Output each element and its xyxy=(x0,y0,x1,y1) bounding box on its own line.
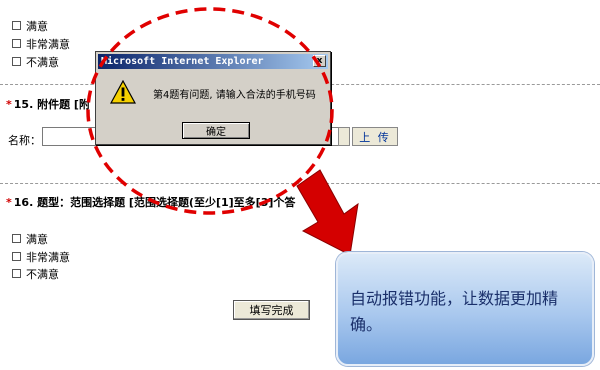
option-label: 不满意 xyxy=(26,267,59,281)
checkbox[interactable] xyxy=(12,269,21,278)
callout-box: 自动报错功能，让数据更加精确。 xyxy=(336,252,594,366)
option-label: 满意 xyxy=(26,232,48,246)
checkbox[interactable] xyxy=(12,234,21,243)
alert-message: 第4题有问题, 请输入合法的手机号码 xyxy=(153,90,316,101)
q16-option-1[interactable]: 满意 xyxy=(12,232,48,246)
q16-title: * 16. 题型：范围选择题 [范围选择题(至少[1]至多[3]个答 xyxy=(6,194,295,210)
required-star: * xyxy=(6,196,12,209)
ok-button[interactable]: 确定 xyxy=(182,122,250,139)
q15-title: * 15. 附件题 [附 xyxy=(6,96,90,112)
warning-icon xyxy=(110,80,136,104)
upload-button[interactable]: 上 传 xyxy=(352,127,398,146)
q15-title-text: 15. 附件题 [附 xyxy=(13,98,90,111)
dialog-title: Microsoft Internet Explorer xyxy=(101,56,264,67)
divider xyxy=(0,183,600,184)
q16-option-3[interactable]: 不满意 xyxy=(12,267,59,281)
q16-title-text: 16. 题型：范围选择题 [范围选择题(至少[1]至多[3]个答 xyxy=(13,196,296,209)
required-star: * xyxy=(6,98,12,111)
option-label: 不满意 xyxy=(26,55,59,69)
checkbox[interactable] xyxy=(12,21,21,30)
q16-option-2[interactable]: 非常满意 xyxy=(12,250,70,264)
checkbox[interactable] xyxy=(12,57,21,66)
q14-option-2[interactable]: 非常满意 xyxy=(12,37,70,51)
browse-button[interactable] xyxy=(338,127,350,146)
checkbox[interactable] xyxy=(12,252,21,261)
callout-text: 自动报错功能，让数据更加精确。 xyxy=(350,289,559,334)
close-icon[interactable]: x xyxy=(313,55,326,67)
option-label: 满意 xyxy=(26,19,48,33)
option-label: 非常满意 xyxy=(26,37,70,51)
name-label: 名称： xyxy=(8,134,41,147)
q14-option-3[interactable]: 不满意 xyxy=(12,55,59,69)
alert-dialog: Microsoft Internet Explorer x 第4题有问题, 请输… xyxy=(95,51,331,145)
dialog-titlebar[interactable]: Microsoft Internet Explorer x xyxy=(98,54,328,69)
checkbox[interactable] xyxy=(12,39,21,48)
submit-button[interactable]: 填写完成 xyxy=(233,300,310,320)
q14-option-1[interactable]: 满意 xyxy=(12,19,48,33)
option-label: 非常满意 xyxy=(26,250,70,264)
